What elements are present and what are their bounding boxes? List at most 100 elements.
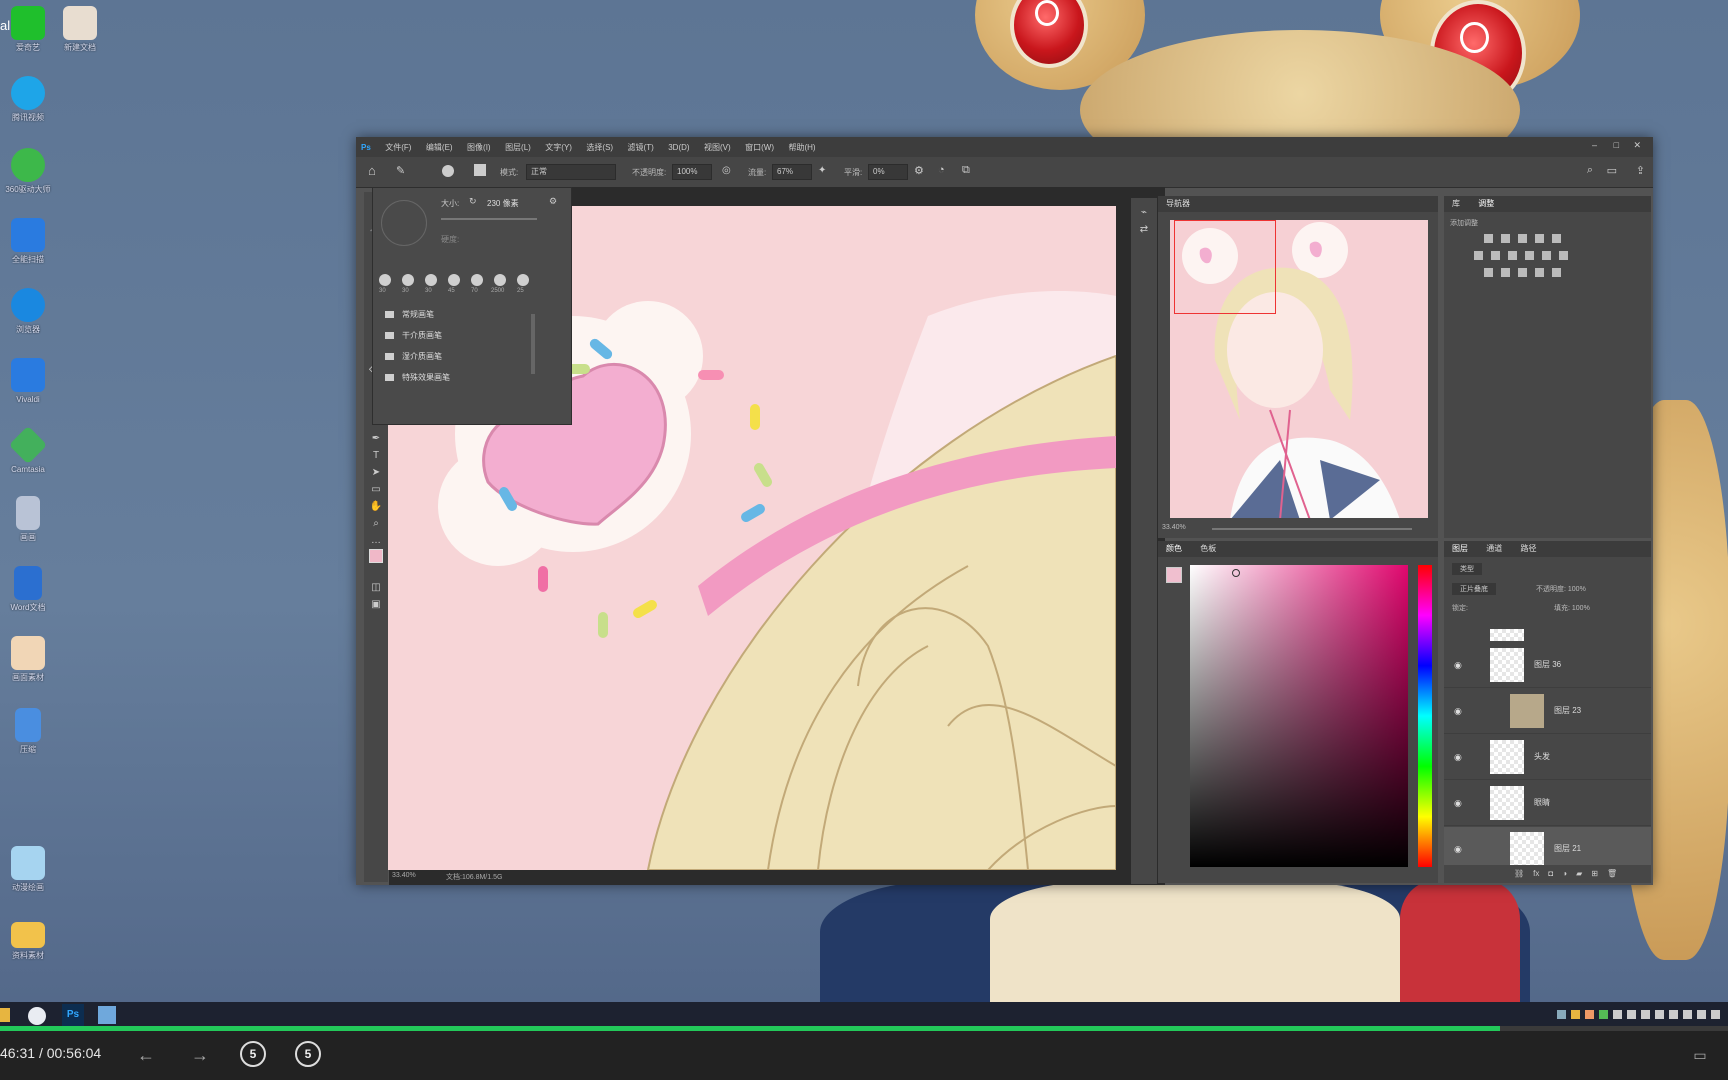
document-app-icon[interactable]: 新建文档 (50, 6, 110, 53)
close-button[interactable]: ✕ (1633, 140, 1641, 151)
layer-row[interactable]: ◉ 图层 23 (1444, 689, 1651, 734)
pen-tool-icon[interactable]: ✒ (364, 430, 388, 447)
layer-filter-select[interactable]: 类型 (1452, 563, 1482, 575)
opacity-input[interactable]: 100% (672, 164, 712, 180)
black-white-icon[interactable] (1508, 251, 1517, 260)
brush-preset-6[interactable] (494, 274, 506, 286)
vibrance-icon[interactable] (1552, 234, 1561, 243)
color-lookup-icon[interactable] (1559, 251, 1568, 260)
menu-file[interactable]: 文件(F) (380, 138, 416, 158)
eye-icon[interactable]: ◉ (1454, 706, 1462, 717)
brush-preset-2[interactable] (402, 274, 414, 286)
search-icon[interactable]: ⌕ (1587, 164, 1593, 177)
tray-icon[interactable] (1557, 1010, 1566, 1019)
history-icon[interactable]: ⌁ (1131, 204, 1157, 221)
tab-color[interactable]: 颜色 (1158, 544, 1190, 553)
foreground-background-swatch[interactable] (364, 549, 388, 579)
ps-logo-icon[interactable]: Ps (356, 138, 376, 158)
link-layers-icon[interactable]: ⛓ (1514, 869, 1524, 881)
previous-arrow-icon[interactable]: ← (132, 1041, 160, 1069)
folder-icon[interactable]: 资料素材 (0, 922, 58, 961)
layer-opacity[interactable]: 不透明度: 100% (1536, 584, 1586, 594)
posterize-icon[interactable] (1501, 268, 1510, 277)
color-picker-cursor[interactable] (1232, 569, 1240, 577)
channel-mixer-icon[interactable] (1542, 251, 1551, 260)
browser-icon[interactable]: 浏览器 (0, 288, 58, 335)
tab-layers[interactable]: 图层 (1444, 544, 1476, 553)
character-file-icon[interactable]: 画画 (0, 496, 58, 543)
tray-icon[interactable] (1669, 1010, 1678, 1019)
word-doc-icon[interactable]: Word文档 (0, 566, 58, 613)
brush-folder-item[interactable]: 特殊效果画笔 (373, 367, 533, 388)
browser-taskbar-icon[interactable] (28, 1007, 46, 1025)
group-icon[interactable]: ▰ (1576, 869, 1582, 881)
menu-help[interactable]: 帮助(H) (783, 138, 820, 158)
hand-tool-icon[interactable]: ✋ (364, 498, 388, 515)
tab-adjustments[interactable]: 调整 (1470, 199, 1502, 208)
new-layer-icon[interactable]: ⊞ (1591, 869, 1598, 881)
tab-swatches[interactable]: 色板 (1192, 544, 1224, 553)
eye-icon[interactable]: ◉ (1454, 660, 1462, 671)
exposure-icon[interactable] (1535, 234, 1544, 243)
brush-folder-item[interactable]: 干介质画笔 (373, 325, 533, 346)
airbrush-icon[interactable]: ✦ (818, 165, 826, 176)
color-field[interactable] (1190, 565, 1408, 867)
next-arrow-icon[interactable]: → (186, 1041, 214, 1069)
smoothing-input[interactable]: 0% (868, 164, 908, 180)
properties-icon[interactable]: ⇄ (1131, 221, 1157, 238)
tray-icon[interactable] (1599, 1010, 1608, 1019)
minimize-button[interactable]: – (1592, 140, 1597, 150)
tray-icon[interactable] (1683, 1010, 1692, 1019)
cube-app-icon[interactable]: Camtasia (0, 425, 58, 475)
brush-folder-item[interactable]: 湿介质画笔 (373, 346, 533, 367)
brush-list-scrollbar[interactable] (531, 314, 535, 374)
home-icon[interactable]: ⌂ (368, 163, 376, 178)
layer-row[interactable]: ◉ 图层 36 (1444, 643, 1651, 688)
shape-tool-icon[interactable]: ▭ (364, 481, 388, 498)
video-player-icon[interactable]: 腾讯视频 (0, 76, 58, 123)
eye-icon[interactable]: ◉ (1454, 844, 1462, 855)
fx-icon[interactable]: fx (1533, 869, 1539, 881)
hue-saturation-icon[interactable] (1474, 251, 1483, 260)
hue-slider[interactable] (1418, 565, 1432, 867)
brush-preset-4[interactable] (448, 274, 460, 286)
menu-3d[interactable]: 3D(D) (663, 138, 694, 158)
more-tools-icon[interactable]: … (364, 532, 388, 549)
eye-icon[interactable]: ◉ (1454, 752, 1462, 763)
brush-tool-icon[interactable]: ✎ (396, 164, 405, 177)
tray-icon[interactable] (1655, 1010, 1664, 1019)
photoshop-taskbar-icon[interactable]: Ps (62, 1004, 84, 1026)
menu-edit[interactable]: 编辑(E) (421, 138, 458, 158)
photo-filter-icon[interactable] (1525, 251, 1534, 260)
reset-icon[interactable]: ↻ (469, 196, 477, 207)
brightness-icon[interactable] (1484, 234, 1493, 243)
brush-preset-5[interactable] (471, 274, 483, 286)
quick-mask-icon[interactable]: ◫ (364, 579, 388, 596)
tray-icon[interactable] (1697, 1010, 1706, 1019)
flow-input[interactable]: 67% (772, 164, 812, 180)
curves-icon[interactable] (1518, 234, 1527, 243)
tab-channels[interactable]: 通道 (1478, 544, 1510, 553)
zoom-tool-icon[interactable]: ⌕ (364, 515, 388, 532)
layer-row[interactable]: ◉ 头发 (1444, 735, 1651, 780)
layer-fill[interactable]: 填充: 100% (1554, 603, 1590, 613)
navigator-thumbnail[interactable] (1170, 220, 1428, 518)
brush-preset-7[interactable] (517, 274, 529, 286)
type-tool-icon[interactable]: T (364, 447, 388, 464)
brush-size-slider[interactable] (441, 218, 537, 220)
layer-row-selected[interactable]: ◉ 图层 21 (1444, 827, 1651, 865)
menu-window[interactable]: 窗口(W) (740, 138, 779, 158)
anime-app-icon[interactable]: 动漫绘画 (0, 846, 58, 893)
skip-back-button[interactable]: 5 (240, 1041, 268, 1069)
explorer-taskbar-icon[interactable] (0, 1008, 10, 1022)
selective-color-icon[interactable] (1552, 268, 1561, 277)
threshold-icon[interactable] (1518, 268, 1527, 277)
screen-mode-icon[interactable]: ▣ (364, 596, 388, 613)
app-taskbar-icon[interactable] (98, 1006, 116, 1024)
navigator-tab[interactable]: 导航器 (1158, 199, 1198, 208)
navigator-zoom-value[interactable]: 33.40% (1162, 524, 1186, 531)
brush-preset-picker[interactable] (442, 165, 454, 177)
brush-preset-3[interactable] (425, 274, 437, 286)
check-app-icon[interactable]: Vivaldi (0, 358, 58, 405)
angle-icon[interactable]: ◔ (938, 164, 945, 176)
